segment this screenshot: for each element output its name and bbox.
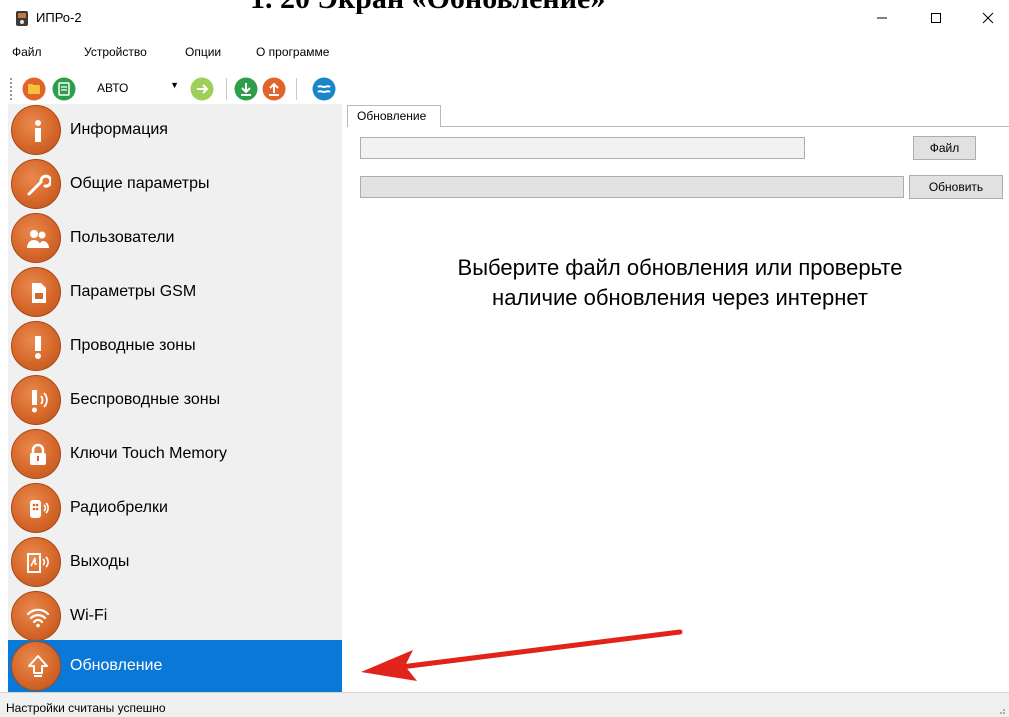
menu-options[interactable]: Опции: [185, 45, 221, 59]
update-hint-line-1: Выберите файл обновления или проверьте: [457, 255, 903, 280]
toolbar-grip[interactable]: [10, 78, 12, 100]
menu-file[interactable]: Файл: [12, 45, 42, 59]
update-button[interactable]: Обновить: [909, 175, 1003, 199]
sidebar-item-label: Пользователи: [70, 229, 175, 246]
title-bar: ИПРо-2: [0, 0, 1009, 36]
sidebar-item-touch-memory[interactable]: Ключи Touch Memory: [8, 428, 342, 480]
sim-card-icon: [32, 283, 46, 303]
annotation-arrow: [361, 629, 683, 681]
sidebar-item-info[interactable]: Информация: [8, 104, 342, 156]
sidebar-item-label: Параметры GSM: [70, 283, 197, 300]
minimize-icon: [877, 17, 887, 19]
device-icon[interactable]: [312, 77, 336, 101]
minimize-button[interactable]: [862, 4, 902, 32]
update-hint-line-2: наличие обновления через интернет: [492, 285, 868, 310]
sidebar-item-users[interactable]: Пользователи: [8, 212, 342, 264]
sidebar-item-update[interactable]: Обновление: [8, 640, 342, 692]
file-path-field[interactable]: [360, 137, 805, 159]
sidebar-item-label: Wi-Fi: [70, 607, 108, 624]
app-icon: [16, 11, 28, 26]
sidebar: Информация Общие параметры Пользователи …: [8, 104, 342, 692]
wireless-exclamation-icon: [32, 390, 48, 413]
update-progress-field: [360, 176, 904, 198]
download-icon[interactable]: [234, 77, 258, 101]
save-icon[interactable]: [52, 77, 76, 101]
maximize-icon: [931, 13, 941, 23]
upload-icon[interactable]: [262, 77, 286, 101]
sidebar-item-icon-bg: [11, 159, 61, 209]
connect-icon[interactable]: [190, 77, 214, 101]
sidebar-item-label: Выходы: [70, 553, 130, 570]
output-icon: [27, 553, 49, 573]
maximize-button[interactable]: [916, 4, 956, 32]
info-icon: [35, 120, 41, 142]
sidebar-item-wireless-zones[interactable]: Беспроводные зоны: [8, 374, 342, 426]
update-hint-message: Выберите файл обновления или проверьте н…: [360, 253, 1000, 313]
sidebar-item-icon-bg: [11, 641, 61, 691]
upload-arrow-icon: [28, 655, 48, 677]
menu-about[interactable]: О программе: [256, 45, 329, 59]
tab-label: Обновление: [357, 109, 427, 123]
sidebar-item-label: Общие параметры: [70, 175, 210, 192]
close-icon: [982, 12, 994, 24]
sidebar-item-label: Радиобрелки: [70, 499, 168, 516]
sidebar-item-general[interactable]: Общие параметры: [8, 158, 342, 210]
toolbar-separator: [226, 78, 227, 100]
sidebar-item-icon-bg: [11, 483, 61, 533]
sidebar-item-wired-zones[interactable]: Проводные зоны: [8, 320, 342, 372]
sidebar-item-icon-bg: [11, 537, 61, 587]
resize-grip-icon[interactable]: [996, 705, 1006, 715]
window-title: ИПРо-2: [36, 10, 82, 25]
users-icon: [27, 230, 49, 248]
file-button[interactable]: Файл: [913, 136, 976, 160]
exclamation-icon: [35, 336, 41, 359]
chevron-down-icon: ▼: [170, 80, 179, 90]
mode-select-value: АВТО: [97, 81, 129, 95]
sidebar-item-label: Информация: [70, 121, 168, 138]
sidebar-item-label: Беспроводные зоны: [70, 391, 221, 408]
wrench-icon: [27, 174, 51, 196]
update-panel: [347, 126, 1009, 691]
menu-device[interactable]: Устройство: [84, 45, 147, 59]
open-folder-icon[interactable]: [22, 77, 46, 101]
sidebar-item-icon-bg: [11, 591, 61, 641]
sidebar-item-icon-bg: [11, 375, 61, 425]
sidebar-item-keyfobs[interactable]: Радиобрелки: [8, 482, 342, 534]
status-text: Настройки считаны успешно: [6, 701, 166, 715]
close-button[interactable]: [968, 4, 1008, 32]
status-bar: Настройки считаны успешно: [0, 692, 1009, 717]
tab-update[interactable]: Обновление: [347, 105, 441, 127]
sidebar-item-wifi[interactable]: Wi-Fi: [8, 590, 342, 642]
mode-select[interactable]: АВТО ▼: [91, 76, 179, 100]
sidebar-item-icon-bg: [11, 105, 61, 155]
sidebar-item-label: Проводные зоны: [70, 337, 196, 354]
wifi-icon: [26, 608, 50, 628]
sidebar-item-icon-bg: [11, 429, 61, 479]
sidebar-item-outputs[interactable]: Выходы: [8, 536, 342, 588]
sidebar-item-label: Ключи Touch Memory: [70, 445, 227, 462]
sidebar-item-icon-bg: [11, 213, 61, 263]
sidebar-item-icon-bg: [11, 321, 61, 371]
key-fob-icon: [30, 500, 49, 518]
sidebar-item-icon-bg: [11, 267, 61, 317]
toolbar-separator: [296, 78, 297, 100]
sidebar-item-gsm[interactable]: Параметры GSM: [8, 266, 342, 318]
sidebar-item-label: Обновление: [70, 657, 163, 674]
lock-icon: [30, 443, 46, 465]
menu-bar: Файл Устройство Опции О программе: [0, 40, 1009, 64]
